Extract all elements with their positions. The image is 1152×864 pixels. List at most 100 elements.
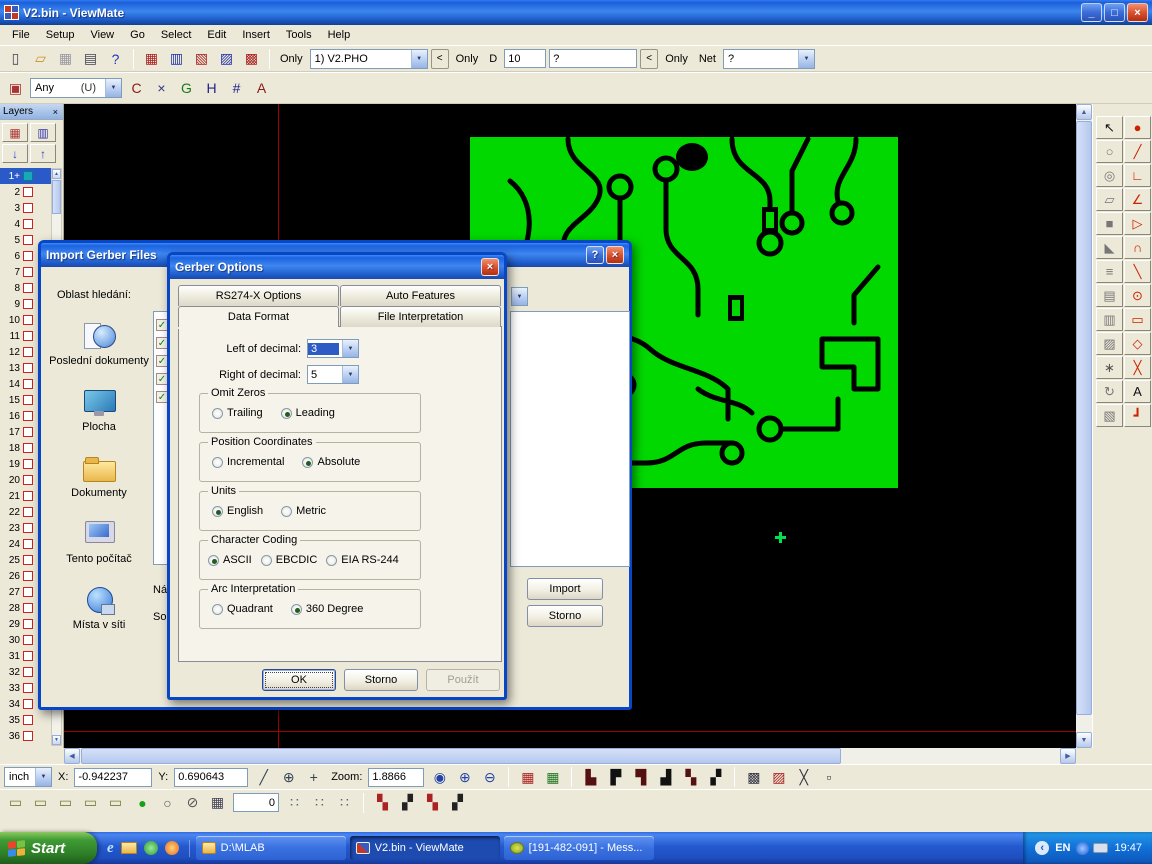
layer-swatch[interactable]: [23, 395, 33, 405]
move-layer-up-icon[interactable]: ↑: [30, 144, 56, 163]
start-button[interactable]: Start: [0, 832, 97, 864]
dot-grid-icon-1[interactable]: ∷: [283, 792, 306, 814]
layer-swatch[interactable]: [23, 411, 33, 421]
layer-row-3[interactable]: 3: [0, 200, 52, 216]
mask-icon[interactable]: ▨: [767, 766, 790, 788]
folder-launch-icon[interactable]: [121, 842, 137, 854]
h-pad-filter-icon[interactable]: H: [200, 77, 223, 99]
layer-row-2[interactable]: 2: [0, 184, 52, 200]
radio-incremental[interactable]: Incremental: [212, 456, 284, 468]
layer-swatch[interactable]: [23, 635, 33, 645]
radio-metric[interactable]: Metric: [281, 505, 326, 517]
layer-swatch[interactable]: [23, 539, 33, 549]
layer-swatch[interactable]: [23, 267, 33, 277]
messenger-tray-icon[interactable]: [1076, 842, 1089, 855]
place-tento-po-ta[interactable]: Tento počítač: [49, 513, 149, 579]
menu-go[interactable]: Go: [122, 27, 153, 43]
chevron-down-icon[interactable]: ▼: [105, 79, 121, 97]
layer-swatch[interactable]: [23, 731, 33, 741]
pad-shape-icon-2[interactable]: ▛: [604, 766, 627, 788]
radio-absolute[interactable]: Absolute: [302, 456, 360, 468]
star-tool[interactable]: ∗: [1096, 356, 1123, 379]
measure-tool[interactable]: ▨: [1096, 332, 1123, 355]
layer-swatch[interactable]: [23, 523, 33, 533]
taskbar-button-191-482-091-mess[interactable]: [191-482-091] - Mess...: [504, 836, 654, 860]
place-dokumenty[interactable]: Dokumenty: [49, 447, 149, 513]
left-of-decimal-combo[interactable]: 3 ▼: [307, 339, 359, 358]
scroll-down-icon[interactable]: ▼: [1076, 732, 1092, 748]
crosshair-filter-icon[interactable]: ×: [150, 77, 173, 99]
right-of-decimal-combo[interactable]: 5 ▼: [307, 365, 359, 384]
language-indicator[interactable]: EN: [1055, 842, 1070, 854]
pad-shape-icon-1[interactable]: ▙: [579, 766, 602, 788]
place-plocha[interactable]: Plocha: [49, 381, 149, 447]
previous-layer-button[interactable]: <: [431, 49, 449, 69]
new-file-icon[interactable]: ▯: [4, 48, 27, 70]
taskbar-button-v2-bin-viewmate[interactable]: V2.bin - ViewMate: [350, 836, 500, 860]
layer-swatch[interactable]: [23, 427, 33, 437]
radio-leading[interactable]: Leading: [281, 407, 335, 419]
chevron-down-icon[interactable]: ▼: [511, 287, 528, 306]
tab-data-format[interactable]: Data Format: [178, 306, 339, 327]
layer-swatch[interactable]: [23, 555, 33, 565]
cross-select-icon[interactable]: ╳: [792, 766, 815, 788]
file-list-right[interactable]: [510, 311, 630, 567]
horizontal-scrollbar[interactable]: ◀ ▶: [64, 748, 1076, 764]
chevron-down-icon[interactable]: ▼: [411, 50, 427, 68]
point-snap-icon[interactable]: +: [302, 766, 325, 788]
chevron-down-icon[interactable]: ▼: [35, 768, 51, 786]
place-posledn-dokumenty[interactable]: Poslední dokumenty: [49, 315, 149, 381]
mosaic-icon-1[interactable]: ▚: [371, 792, 394, 814]
pad-shape-icon-5[interactable]: ▚: [679, 766, 702, 788]
dcode-info-field[interactable]: ?: [549, 49, 637, 68]
scrollbar-thumb[interactable]: [52, 180, 61, 214]
close-icon[interactable]: ×: [51, 107, 60, 117]
internet-explorer-icon[interactable]: e: [107, 840, 114, 857]
layer-combo[interactable]: 1) V2.PHO ▼: [310, 49, 428, 69]
scroll-left-icon[interactable]: ◀: [64, 748, 80, 764]
layer-swatch[interactable]: [23, 699, 33, 709]
export-tool[interactable]: ▧: [1096, 404, 1123, 427]
layer-row-35[interactable]: 35: [0, 712, 52, 728]
dot-grid-icon-2[interactable]: ∷: [308, 792, 331, 814]
vertical-scrollbar[interactable]: ▲ ▼: [1076, 104, 1092, 748]
menu-file[interactable]: File: [4, 27, 38, 43]
diagonal-line-tool[interactable]: ╲: [1124, 260, 1151, 283]
zoom-in-icon[interactable]: ⊕: [453, 766, 476, 788]
dialog-title-bar[interactable]: Gerber Options ×: [170, 255, 504, 279]
chevron-down-icon[interactable]: ▼: [798, 50, 814, 68]
layer-swatch[interactable]: [23, 619, 33, 629]
layer-swatch[interactable]: [23, 283, 33, 293]
origin-marker-icon[interactable]: ⊕: [277, 766, 300, 788]
scroll-down-icon[interactable]: ▼: [52, 735, 61, 745]
board-layer-icon-1[interactable]: ▭: [4, 792, 27, 814]
hash-filter-icon[interactable]: #: [225, 77, 248, 99]
layer-swatch[interactable]: [23, 315, 33, 325]
layer-swatch[interactable]: [23, 299, 33, 309]
online-status-icon[interactable]: ●: [131, 792, 154, 814]
arc-tool[interactable]: ∩: [1124, 236, 1151, 259]
cursor-tool[interactable]: ↖: [1096, 116, 1123, 139]
scroll-up-icon[interactable]: ▲: [52, 169, 61, 179]
pad-shape-icon-3[interactable]: ▜: [629, 766, 652, 788]
layer-swatch[interactable]: [23, 571, 33, 581]
taskbar-button-d-mlab[interactable]: D:\MLAB: [196, 836, 346, 860]
cut-tool[interactable]: ╳: [1124, 356, 1151, 379]
polygon-tool[interactable]: ◇: [1124, 332, 1151, 355]
keyboard-tray-icon[interactable]: [1093, 843, 1108, 853]
layer-swatch[interactable]: [23, 507, 33, 517]
maximize-button[interactable]: □: [1104, 3, 1125, 22]
layer-swatch[interactable]: [23, 235, 33, 245]
layer-swatch[interactable]: [23, 475, 33, 485]
tab-auto-features[interactable]: Auto Features: [340, 285, 501, 306]
close-button[interactable]: ×: [1127, 3, 1148, 22]
x-coordinate-field[interactable]: -0.942237: [74, 768, 152, 787]
layer-columns-icon[interactable]: ▥: [30, 123, 56, 142]
tab-file-interpretation[interactable]: File Interpretation: [340, 306, 501, 327]
zoom-out-icon[interactable]: ⊖: [478, 766, 501, 788]
text-filter-icon[interactable]: A: [250, 77, 273, 99]
flash-pad-tool[interactable]: ●: [1124, 116, 1151, 139]
layer-row-36[interactable]: 36: [0, 728, 52, 744]
print-icon[interactable]: ▤: [79, 48, 102, 70]
layer-mix-icon[interactable]: ▧: [190, 48, 213, 70]
